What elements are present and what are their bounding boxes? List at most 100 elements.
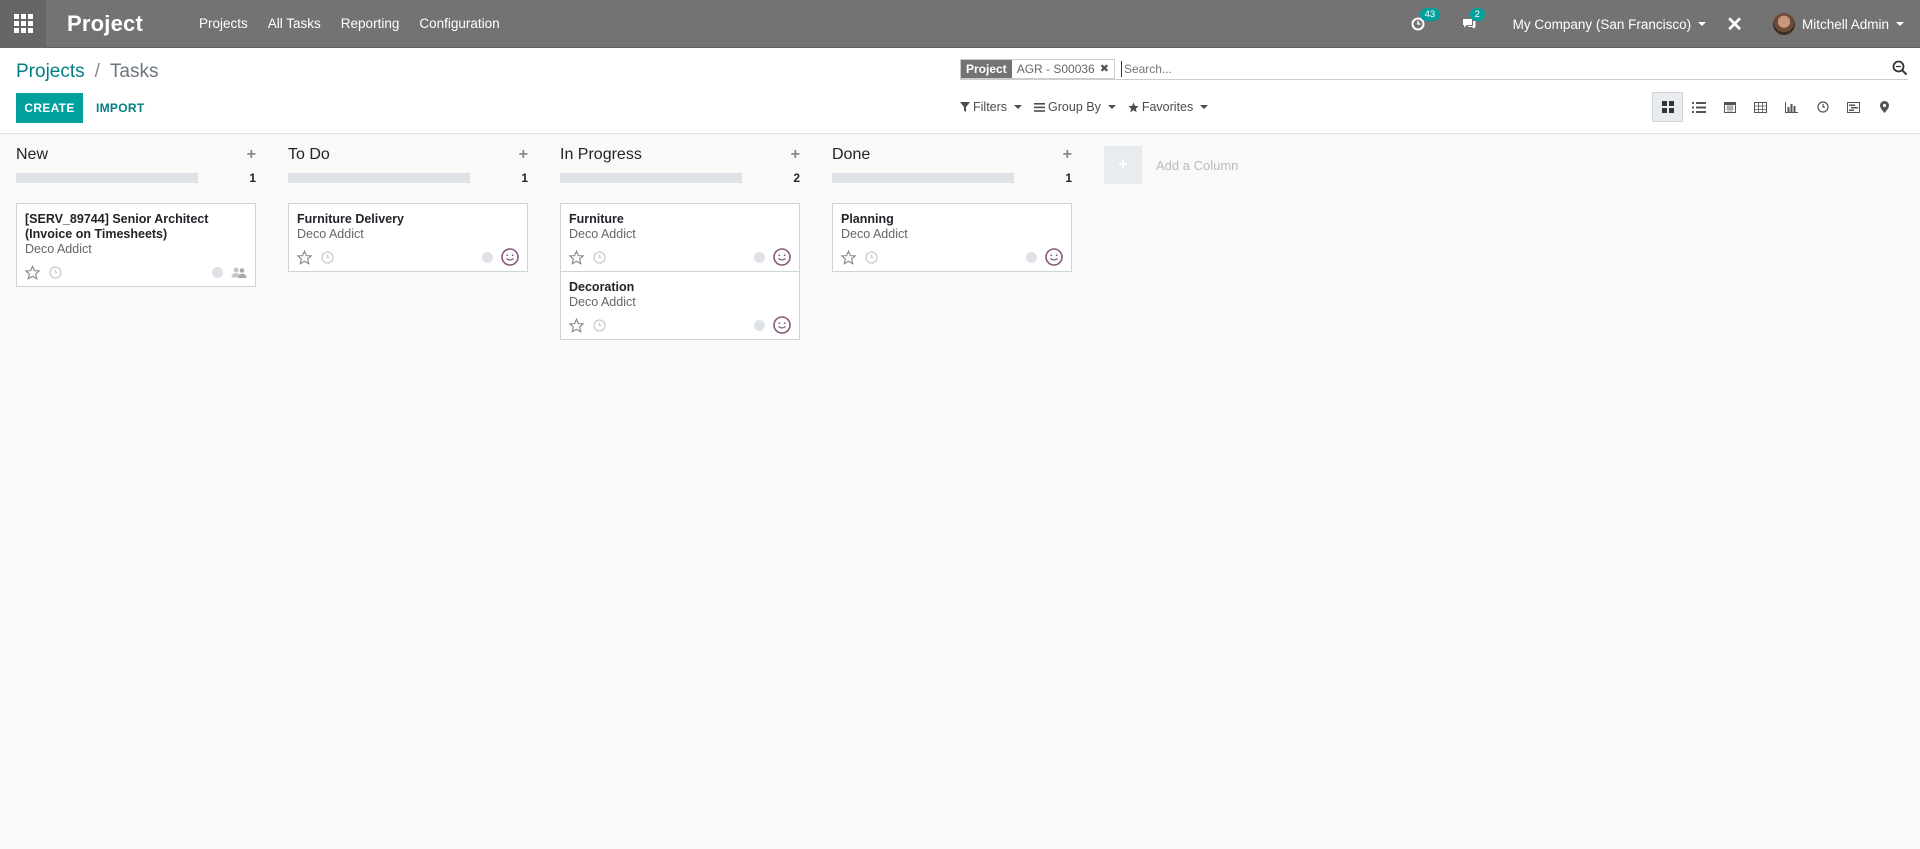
search-icon[interactable] [1892,60,1908,76]
apps-menu-button[interactable] [0,0,46,48]
list-view-button[interactable] [1683,92,1714,122]
column-progress-bar[interactable] [16,173,198,183]
close-icon[interactable]: ✕ [1726,12,1743,37]
column-count: 2 [793,171,800,185]
kanban-icon [1661,101,1674,113]
view-switcher [1652,92,1900,122]
kanban-state-dot[interactable] [754,251,765,263]
quick-create-icon[interactable]: + [247,146,256,164]
column-count: 1 [521,171,528,185]
quick-create-icon[interactable]: + [791,146,800,164]
search-bar: Project AGR - S00036 ✖ [960,58,1908,80]
map-view-button[interactable] [1869,92,1900,122]
column-cards: Furniture Delivery Deco Addict [288,203,528,272]
star-icon[interactable] [297,249,312,265]
activity-view-button[interactable] [1807,92,1838,122]
clock-icon[interactable] [593,318,606,332]
star-icon[interactable] [569,317,584,333]
pivot-view-button[interactable] [1745,92,1776,122]
avatar-icon[interactable] [773,248,791,266]
kanban-state-dot[interactable] [754,319,765,331]
star-icon[interactable] [25,264,40,280]
create-button[interactable]: CREATE [16,93,83,123]
star-icon[interactable] [841,249,856,265]
quick-create-icon[interactable]: + [1063,146,1072,164]
column-cards: Furniture Deco Addict Decoration Deco Ad… [560,203,800,340]
search-input[interactable] [1120,60,1821,77]
list-icon [1691,101,1706,113]
search-options: Filters Group By Favorites [960,100,1220,114]
menu-all-tasks[interactable]: All Tasks [268,16,321,31]
card-title: [SERV_89744] Senior Architect (Invoice o… [25,212,209,241]
avatar-icon[interactable] [773,316,791,334]
card-footer-left [569,249,606,265]
user-menu[interactable]: Mitchell Admin [1772,13,1904,35]
column-title[interactable]: New [16,146,48,164]
filters-dropdown[interactable]: Filters [960,100,1023,114]
activity-button[interactable]: 43 [1411,8,1441,31]
kanban-card[interactable]: Furniture Delivery Deco Addict [288,203,528,272]
menu-projects[interactable]: Projects [199,16,248,31]
card-partner: Deco Addict [569,227,636,241]
menu-configuration[interactable]: Configuration [419,16,499,31]
messages-button[interactable]: 2 [1461,8,1485,31]
card-title: Furniture [569,212,624,226]
control-panel: Projects / Tasks CREATE IMPORT Project A… [0,48,1920,134]
star-icon [1128,101,1139,112]
card-title: Decoration [569,280,635,294]
card-footer [297,248,519,266]
kanban-card[interactable]: Planning Deco Addict [832,203,1072,272]
column-title[interactable]: Done [832,146,870,164]
menu-reporting[interactable]: Reporting [341,16,400,31]
card-footer-left [569,317,606,333]
clock-icon[interactable] [865,250,878,264]
column-progress-bar[interactable] [832,173,1014,183]
card-title: Planning [841,212,894,226]
filter-icon [960,102,970,112]
navbar-systray: 43 2 My Company (San Francisco) ✕ Mitche… [1411,0,1920,48]
column-cards: Planning Deco Addict [832,203,1072,272]
column-progress-bar[interactable] [560,173,742,183]
kanban-card[interactable]: Decoration Deco Addict [560,271,800,340]
clock-icon[interactable] [593,250,606,264]
column-progress-bar[interactable] [288,173,470,183]
chevron-down-icon [1698,22,1707,26]
activity-count-badge: 43 [1419,8,1441,21]
import-button[interactable]: IMPORT [96,93,144,123]
filters-label: Filters [973,100,1008,114]
favorites-label: Favorites [1141,100,1194,114]
favorites-dropdown[interactable]: Favorites [1128,100,1209,114]
kanban-view-button[interactable] [1652,92,1683,122]
kanban-state-dot[interactable] [1026,251,1037,263]
clock-icon[interactable] [321,250,334,264]
kanban-card[interactable]: Furniture Deco Addict [560,203,800,272]
kanban-state-dot[interactable] [482,251,493,263]
gantt-view-button[interactable] [1838,92,1869,122]
facet-value: AGR - S00036 ✖ [1012,60,1114,78]
graph-view-button[interactable] [1776,92,1807,122]
add-column[interactable]: + Add a Column [1104,146,1238,184]
add-column-label: Add a Column [1156,157,1239,173]
groupby-dropdown[interactable]: Group By [1034,100,1116,114]
star-icon[interactable] [569,249,584,265]
column-header: To Do + [288,145,528,165]
card-footer [841,248,1063,266]
company-switcher[interactable]: My Company (San Francisco) [1513,17,1707,32]
app-title: Project [67,10,143,36]
avatar-icon[interactable] [501,248,519,266]
column-title[interactable]: In Progress [560,146,642,164]
chevron-down-icon [1107,105,1116,109]
kanban-card[interactable]: [SERV_89744] Senior Architect (Invoice o… [16,203,256,287]
clock-icon[interactable] [49,265,62,279]
card-footer [569,248,791,266]
breadcrumb-projects[interactable]: Projects [16,61,85,83]
avatar-icon[interactable] [1045,248,1063,266]
search-facet[interactable]: Project AGR - S00036 ✖ [960,58,1115,79]
card-footer-right [482,248,519,266]
quick-create-icon[interactable]: + [519,146,528,164]
remove-facet-icon[interactable]: ✖ [1100,60,1109,78]
people-icon [231,267,247,278]
calendar-view-button[interactable] [1714,92,1745,122]
column-title[interactable]: To Do [288,146,330,164]
kanban-state-dot[interactable] [212,266,223,278]
